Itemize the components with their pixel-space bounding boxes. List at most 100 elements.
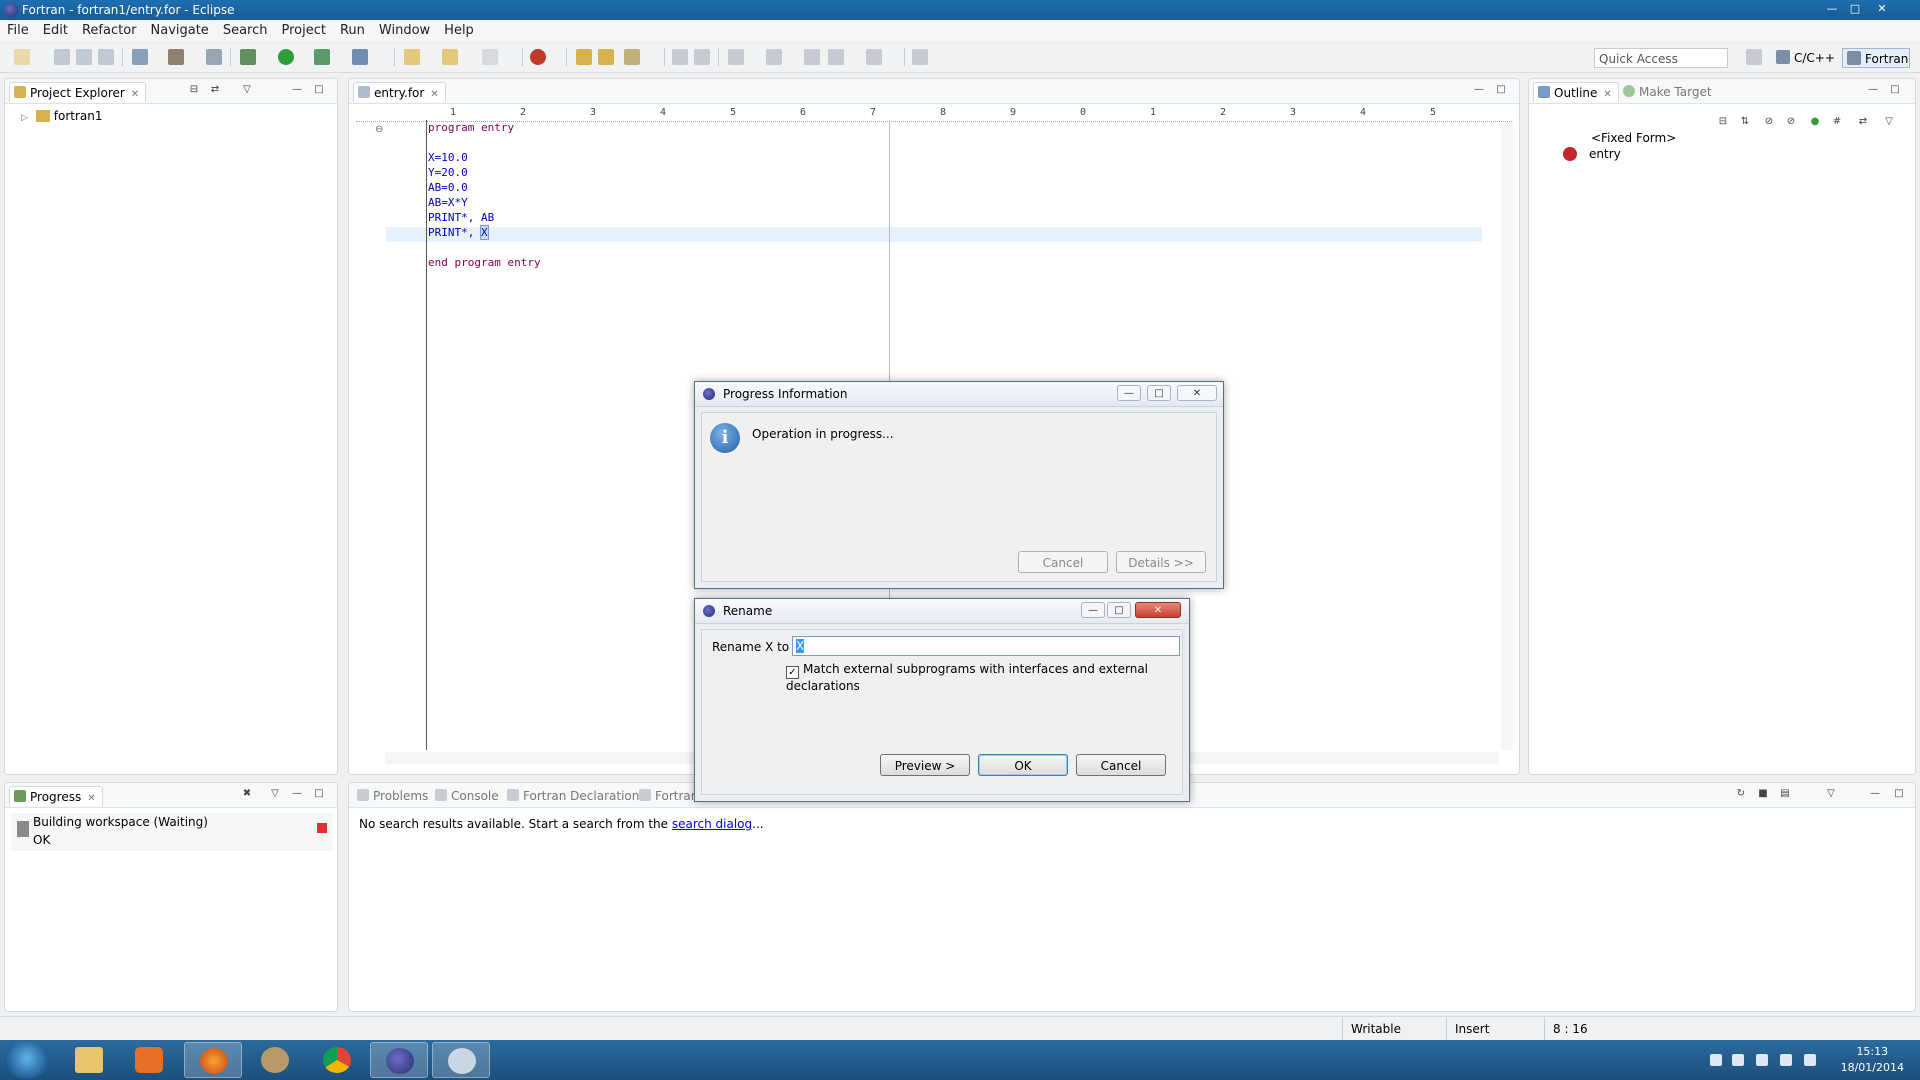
build-icon[interactable] <box>168 49 184 65</box>
search-dialog-link[interactable]: search dialog <box>672 817 752 831</box>
taskbar-eclipse[interactable] <box>370 1042 428 1078</box>
view-menu-icon[interactable]: ▽ <box>241 84 253 96</box>
debug-icon[interactable] <box>240 49 256 65</box>
open-perspective-icon[interactable] <box>1746 49 1762 65</box>
open-type-icon[interactable] <box>576 49 592 65</box>
tree-item-fortran1[interactable]: ▷ fortran1 <box>21 109 102 123</box>
menu-help[interactable]: Help <box>437 21 481 41</box>
external-tools-icon[interactable] <box>352 49 368 65</box>
taskbar-chrome[interactable] <box>308 1042 366 1078</box>
hide-fields-icon[interactable]: ⊘ <box>1763 116 1775 128</box>
tab-outline[interactable]: Outline ✕ <box>1533 82 1619 102</box>
run-icon[interactable] <box>278 49 294 65</box>
taskbar-firefox[interactable] <box>184 1042 242 1078</box>
show-whitespace-icon[interactable] <box>694 49 710 65</box>
hide-static-icon[interactable]: ⊘ <box>1785 116 1797 128</box>
maximize-view-icon[interactable]: □ <box>1889 84 1901 96</box>
menu-project[interactable]: Project <box>274 21 332 41</box>
new-file-icon[interactable] <box>482 49 498 65</box>
link-editor-icon[interactable]: ⇄ <box>209 84 221 96</box>
new-project-icon[interactable] <box>404 49 420 65</box>
open-resource-icon[interactable] <box>598 49 614 65</box>
print-icon[interactable] <box>98 49 114 65</box>
checkbox-check-icon[interactable]: ✓ <box>786 666 799 679</box>
maximize-view-icon[interactable]: □ <box>1495 84 1507 96</box>
taskbar-explorer[interactable] <box>60 1042 118 1078</box>
maximize-view-icon[interactable]: □ <box>1893 788 1905 800</box>
tab-problems[interactable]: Problems <box>353 786 434 806</box>
quick-access-input[interactable]: Quick Access <box>1594 48 1728 68</box>
forward-icon[interactable] <box>866 49 882 65</box>
tab-progress[interactable]: Progress ✕ <box>9 786 103 806</box>
perspective-fortran[interactable]: Fortran <box>1842 48 1910 68</box>
action-center-icon[interactable] <box>1732 1054 1744 1066</box>
save-icon[interactable] <box>54 49 70 65</box>
cancel-button[interactable]: Cancel <box>1076 754 1166 776</box>
collapse-icon[interactable]: ⊟ <box>1717 116 1729 128</box>
back-icon[interactable] <box>828 49 844 65</box>
menu-navigate[interactable]: Navigate <box>144 21 216 41</box>
close-icon[interactable]: ✕ <box>1135 602 1181 618</box>
tab-console[interactable]: Console <box>431 786 505 806</box>
link-icon[interactable]: ⇄ <box>1857 116 1869 128</box>
taskbar-media-player[interactable] <box>120 1042 178 1078</box>
maximize-icon[interactable]: □ <box>1845 1 1865 17</box>
menu-refactor[interactable]: Refactor <box>75 21 144 41</box>
menu-run[interactable]: Run <box>333 21 372 41</box>
refresh-icon[interactable] <box>206 49 222 65</box>
remove-finished-icon[interactable]: ✖ <box>241 788 253 800</box>
minimize-view-icon[interactable]: — <box>1473 84 1485 96</box>
code-editor[interactable]: program entry X=10.0 Y=20.0 AB=0.0 AB=X*… <box>428 120 541 270</box>
minimize-view-icon[interactable]: — <box>291 84 303 96</box>
tab-entry-for[interactable]: entry.for ✕ <box>353 82 446 102</box>
preview-button[interactable]: Preview > <box>880 754 970 776</box>
volume-icon[interactable] <box>1780 1054 1792 1066</box>
tab-fortran-declaration[interactable]: Fortran Declaration <box>503 786 645 806</box>
save-all-icon[interactable] <box>76 49 92 65</box>
close-tab-icon[interactable]: ✕ <box>131 89 139 100</box>
stop-icon[interactable] <box>530 49 546 65</box>
rename-input[interactable]: X <box>792 636 1180 656</box>
pin-editor-icon[interactable] <box>912 49 928 65</box>
view-menu-icon[interactable]: ▽ <box>269 788 281 800</box>
new-folder-icon[interactable] <box>442 49 458 65</box>
next-annotation-icon[interactable] <box>728 49 744 65</box>
toggle-mark-icon[interactable] <box>672 49 688 65</box>
minimize-icon[interactable]: — <box>1117 385 1141 401</box>
minimize-icon[interactable]: — <box>1822 1 1842 17</box>
close-tab-icon[interactable]: ✕ <box>87 793 95 804</box>
maximize-icon[interactable]: □ <box>1147 385 1171 401</box>
system-clock[interactable]: 15:13 18/01/2014 <box>1841 1044 1904 1076</box>
collapse-all-icon[interactable]: ⊟ <box>188 84 200 96</box>
outline-item-entry[interactable]: entry <box>1563 147 1621 161</box>
close-icon[interactable]: ✕ <box>1177 385 1217 401</box>
minimize-view-icon[interactable]: — <box>1867 84 1879 96</box>
start-button[interactable] <box>4 1041 50 1079</box>
view-menu-icon[interactable]: ▽ <box>1825 788 1837 800</box>
taskbar-paint[interactable] <box>432 1042 490 1078</box>
tab-project-explorer[interactable]: Project Explorer ✕ <box>9 82 147 102</box>
maximize-view-icon[interactable]: □ <box>313 84 325 96</box>
perspective-cc[interactable]: C/C++ <box>1772 48 1838 68</box>
view-menu-icon[interactable]: ▽ <box>1883 116 1895 128</box>
fold-icon[interactable]: ⊖ <box>375 124 383 135</box>
tab-make-target[interactable]: Make Target <box>1619 82 1718 102</box>
pin-view-icon[interactable]: ▤ <box>1779 788 1791 800</box>
network-icon[interactable] <box>1756 1054 1768 1066</box>
stop-job-icon[interactable] <box>317 823 327 833</box>
vertical-scrollbar[interactable] <box>1501 123 1513 750</box>
expand-arrow-icon[interactable]: ▷ <box>21 113 28 123</box>
sort-icon[interactable]: ⇅ <box>1739 116 1751 128</box>
details-button[interactable]: Details >> <box>1116 551 1206 573</box>
bluetooth-icon[interactable] <box>1804 1054 1816 1066</box>
cancel-search-icon[interactable]: ■ <box>1757 788 1769 800</box>
hide-nonpublic-icon[interactable]: ● <box>1809 116 1821 128</box>
hide-macros-icon[interactable]: # <box>1831 116 1843 128</box>
menu-window[interactable]: Window <box>372 21 437 41</box>
new-icon[interactable] <box>14 49 30 65</box>
maximize-view-icon[interactable]: □ <box>313 788 325 800</box>
outline-item-fixed-form[interactable]: <Fixed Form> <box>1591 131 1676 145</box>
maximize-icon[interactable]: □ <box>1107 602 1131 618</box>
prev-annotation-icon[interactable] <box>766 49 782 65</box>
minimize-icon[interactable]: — <box>1081 602 1105 618</box>
